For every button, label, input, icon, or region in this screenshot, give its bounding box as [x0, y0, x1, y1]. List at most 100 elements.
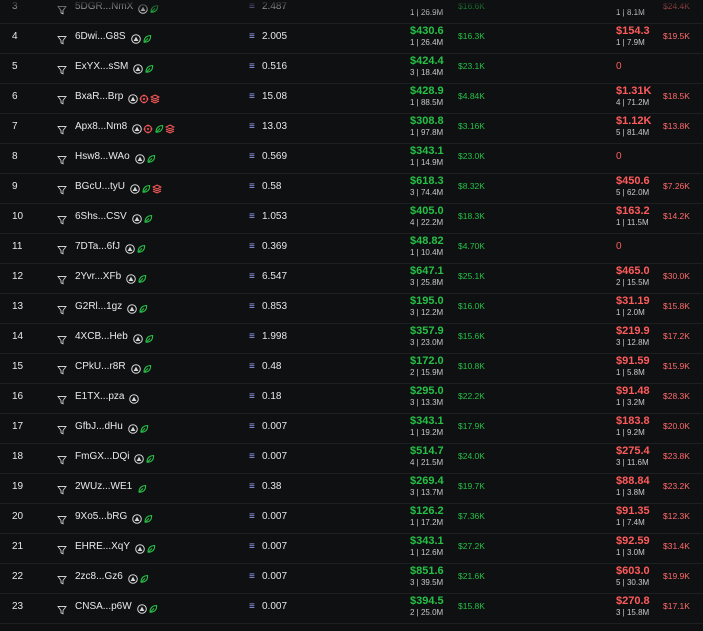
table-row[interactable]: 12 2Yvr...XFb ≡ 6.547 $647.1 3 | 25.8M $25.1K $… [0, 263, 703, 294]
funnel-icon[interactable] [57, 2, 67, 15]
table-row[interactable]: 21 EHRE...XqY ≡ 0.007 $343.1 1 | 12.6M $27.2K $… [0, 533, 703, 564]
table-row[interactable]: 6 BxaR...Brp ≡ 15.08 $428.9 1 | 88.5M $4.84K $1… [0, 83, 703, 114]
sold-amount: $31.19 1 | 2.0M [616, 295, 650, 325]
balance-icon: ≡ [249, 571, 255, 582]
balance-icon: ≡ [249, 181, 255, 192]
sold-amount: $465.0 2 | 15.5M [616, 265, 650, 295]
sold-usd: $91.59 [616, 355, 650, 367]
balance-value: 0.48 [262, 361, 282, 372]
funnel-icon[interactable] [57, 122, 67, 135]
funnel-icon[interactable] [57, 62, 67, 75]
funnel-icon[interactable] [57, 242, 67, 255]
table-row[interactable]: 5 ExYX...sSM ≡ 0.516 $424.4 3 | 18.4M $23.1K 0 [0, 53, 703, 84]
leaf-icon [142, 31, 152, 43]
table-row[interactable]: 22 2zc8...Gz6 ≡ 0.007 $851.6 3 | 39.5M $21.6K $… [0, 563, 703, 594]
table-row[interactable]: 16 E1TX...pza ≡ 0.18 $295.0 3 | 13.3M $22.2K $9… [0, 383, 703, 414]
balance-value: 0.516 [262, 61, 288, 72]
bought-usd [410, 0, 443, 8]
sold-txns-tokens: 4 | 71.2M [616, 98, 650, 107]
funnel-icon[interactable] [57, 482, 67, 495]
pool-icon [135, 541, 145, 554]
balance-value: 2.487 [262, 1, 288, 12]
table-row[interactable]: 7 Apx8...Nm8 ≡ 13.03 $308.8 1 | 97.8M $3.16K $1… [0, 113, 703, 144]
sold-usd: $219.9 [616, 325, 650, 337]
funnel-icon[interactable] [57, 542, 67, 555]
bought-amount: $343.1 1 | 12.6M [410, 535, 444, 565]
funnel-icon[interactable] [57, 572, 67, 585]
bought-amount: $514.7 4 | 21.5M [410, 445, 444, 475]
balance-icon: ≡ [249, 61, 255, 72]
balance-value: 0.38 [262, 481, 282, 492]
funnel-icon[interactable] [57, 422, 67, 435]
table-row[interactable]: 17 GfbJ...dHu ≡ 0.007 $343.1 1 | 19.2M $17.9K $… [0, 413, 703, 444]
funnel-icon[interactable] [57, 302, 67, 315]
layers-icon [151, 181, 163, 194]
table-row[interactable]: 18 FmGX...DQi ≡ 0.007 $514.7 4 | 21.5M $24.0K $… [0, 443, 703, 474]
funnel-icon[interactable] [57, 92, 67, 105]
funnel-icon[interactable] [57, 332, 67, 345]
bought-usd: $343.1 [410, 415, 444, 427]
funnel-icon[interactable] [57, 602, 67, 615]
leaf-icon [146, 541, 156, 553]
sold-txns-tokens: 1 | 5.8M [616, 368, 645, 377]
table-row[interactable]: 19 2WUz...WE1 ≡ 0.38 $269.4 3 | 13.7M $19.7K $8… [0, 473, 703, 504]
bought-usd: $295.0 [410, 385, 444, 397]
leaf-icon [138, 301, 148, 313]
table-row[interactable]: 10 6Shs...CSV ≡ 1.053 $405.0 4 | 22.2M $18.3K $… [0, 203, 703, 234]
sold-usd: $88.84 [616, 475, 650, 487]
table-row[interactable]: 14 4XCB...Heb ≡ 1.998 $357.9 3 | 23.0M $15.6K $… [0, 323, 703, 354]
table-row[interactable]: 15 CPkU...r8R ≡ 0.48 $172.0 2 | 15.9M $10.8K $9… [0, 353, 703, 384]
pool-icon [129, 391, 139, 404]
funnel-icon[interactable] [57, 32, 67, 45]
wallet-address-link[interactable]: CNSA...p6W [75, 601, 132, 631]
table-row[interactable]: 11 7DTa...6fJ ≡ 0.369 $48.82 1 | 10.4M $4.70K 0 [0, 233, 703, 264]
pool-icon [134, 451, 144, 464]
sold-usd: $1.31K [616, 85, 652, 97]
pool-icon [130, 181, 140, 194]
bought-usd: $126.2 [410, 505, 444, 517]
bought-txns-tokens: 3 | 39.5M [410, 578, 444, 587]
funnel-icon[interactable] [57, 152, 67, 165]
balance-icon: ≡ [249, 241, 255, 252]
sold-amount: $275.4 3 | 11.6M [616, 445, 650, 475]
balance-icon: ≡ [249, 361, 255, 372]
table-row[interactable]: 20 9Xo5...bRG ≡ 0.007 $126.2 1 | 17.2M $7.36K $… [0, 503, 703, 534]
pool-icon [132, 211, 142, 224]
funnel-icon[interactable] [57, 362, 67, 375]
table-row[interactable]: 8 Hsw8...WAo ≡ 0.569 $343.1 1 | 14.9M $23.0K 0 [0, 143, 703, 174]
bought-usd: $269.4 [410, 475, 444, 487]
leaf-icon [137, 271, 147, 283]
funnel-icon[interactable] [57, 392, 67, 405]
sold-txns-tokens: 1 | 7.4M [616, 518, 645, 527]
balance-value: 0.007 [262, 511, 288, 522]
bought-volume: $15.8K [458, 601, 485, 611]
sold-usd [616, 0, 645, 8]
funnel-icon[interactable] [57, 512, 67, 525]
bought-txns-tokens: 1 | 12.6M [410, 548, 444, 557]
bought-txns-tokens: 2 | 15.9M [410, 368, 444, 377]
bought-usd: $428.9 [410, 85, 444, 97]
bought-amount: $647.1 3 | 25.8M [410, 265, 444, 295]
bought-usd: $357.9 [410, 325, 444, 337]
bought-usd: $172.0 [410, 355, 444, 367]
bought-txns-tokens: 1 | 26.9M [410, 8, 444, 17]
funnel-icon[interactable] [57, 272, 67, 285]
bought-amount: 1 | 26.9M [410, 0, 443, 25]
table-row[interactable]: 13 G2Rl...1gz ≡ 0.853 $195.0 3 | 12.2M $16.0K $… [0, 293, 703, 324]
funnel-icon[interactable] [57, 452, 67, 465]
bought-txns-tokens: 4 | 22.2M [410, 218, 444, 227]
sold-usd: $465.0 [616, 265, 650, 277]
crosshair-icon [139, 91, 149, 104]
table-row[interactable]: 23 CNSA...p6W ≡ 0.007 $394.5 2 | 25.0M $15.8K $… [0, 593, 703, 624]
balance-icon: ≡ [249, 601, 255, 612]
table-row[interactable]: 9 BGcU...tyU ≡ 0.58 $618.3 3 | 74.4M $8.32K $45… [0, 173, 703, 204]
bought-usd: $308.8 [410, 115, 444, 127]
table-row[interactable]: 4 6Dwi...G8S ≡ 2.005 $430.6 1 | 26.4M $16.3K $1… [0, 23, 703, 54]
funnel-icon[interactable] [57, 182, 67, 195]
pool-icon [127, 301, 137, 314]
sold-txns-tokens: 3 | 12.8M [616, 338, 650, 347]
funnel-icon[interactable] [57, 212, 67, 225]
sold-amount: $1.12K 5 | 81.4M [616, 115, 651, 145]
sold-amount: $91.48 1 | 3.2M [616, 385, 650, 415]
table-row[interactable]: 3 5DGR...NmX ≡ 2.487 1 | 26.9M $16.6K 1 | 8.1M… [0, 0, 703, 24]
